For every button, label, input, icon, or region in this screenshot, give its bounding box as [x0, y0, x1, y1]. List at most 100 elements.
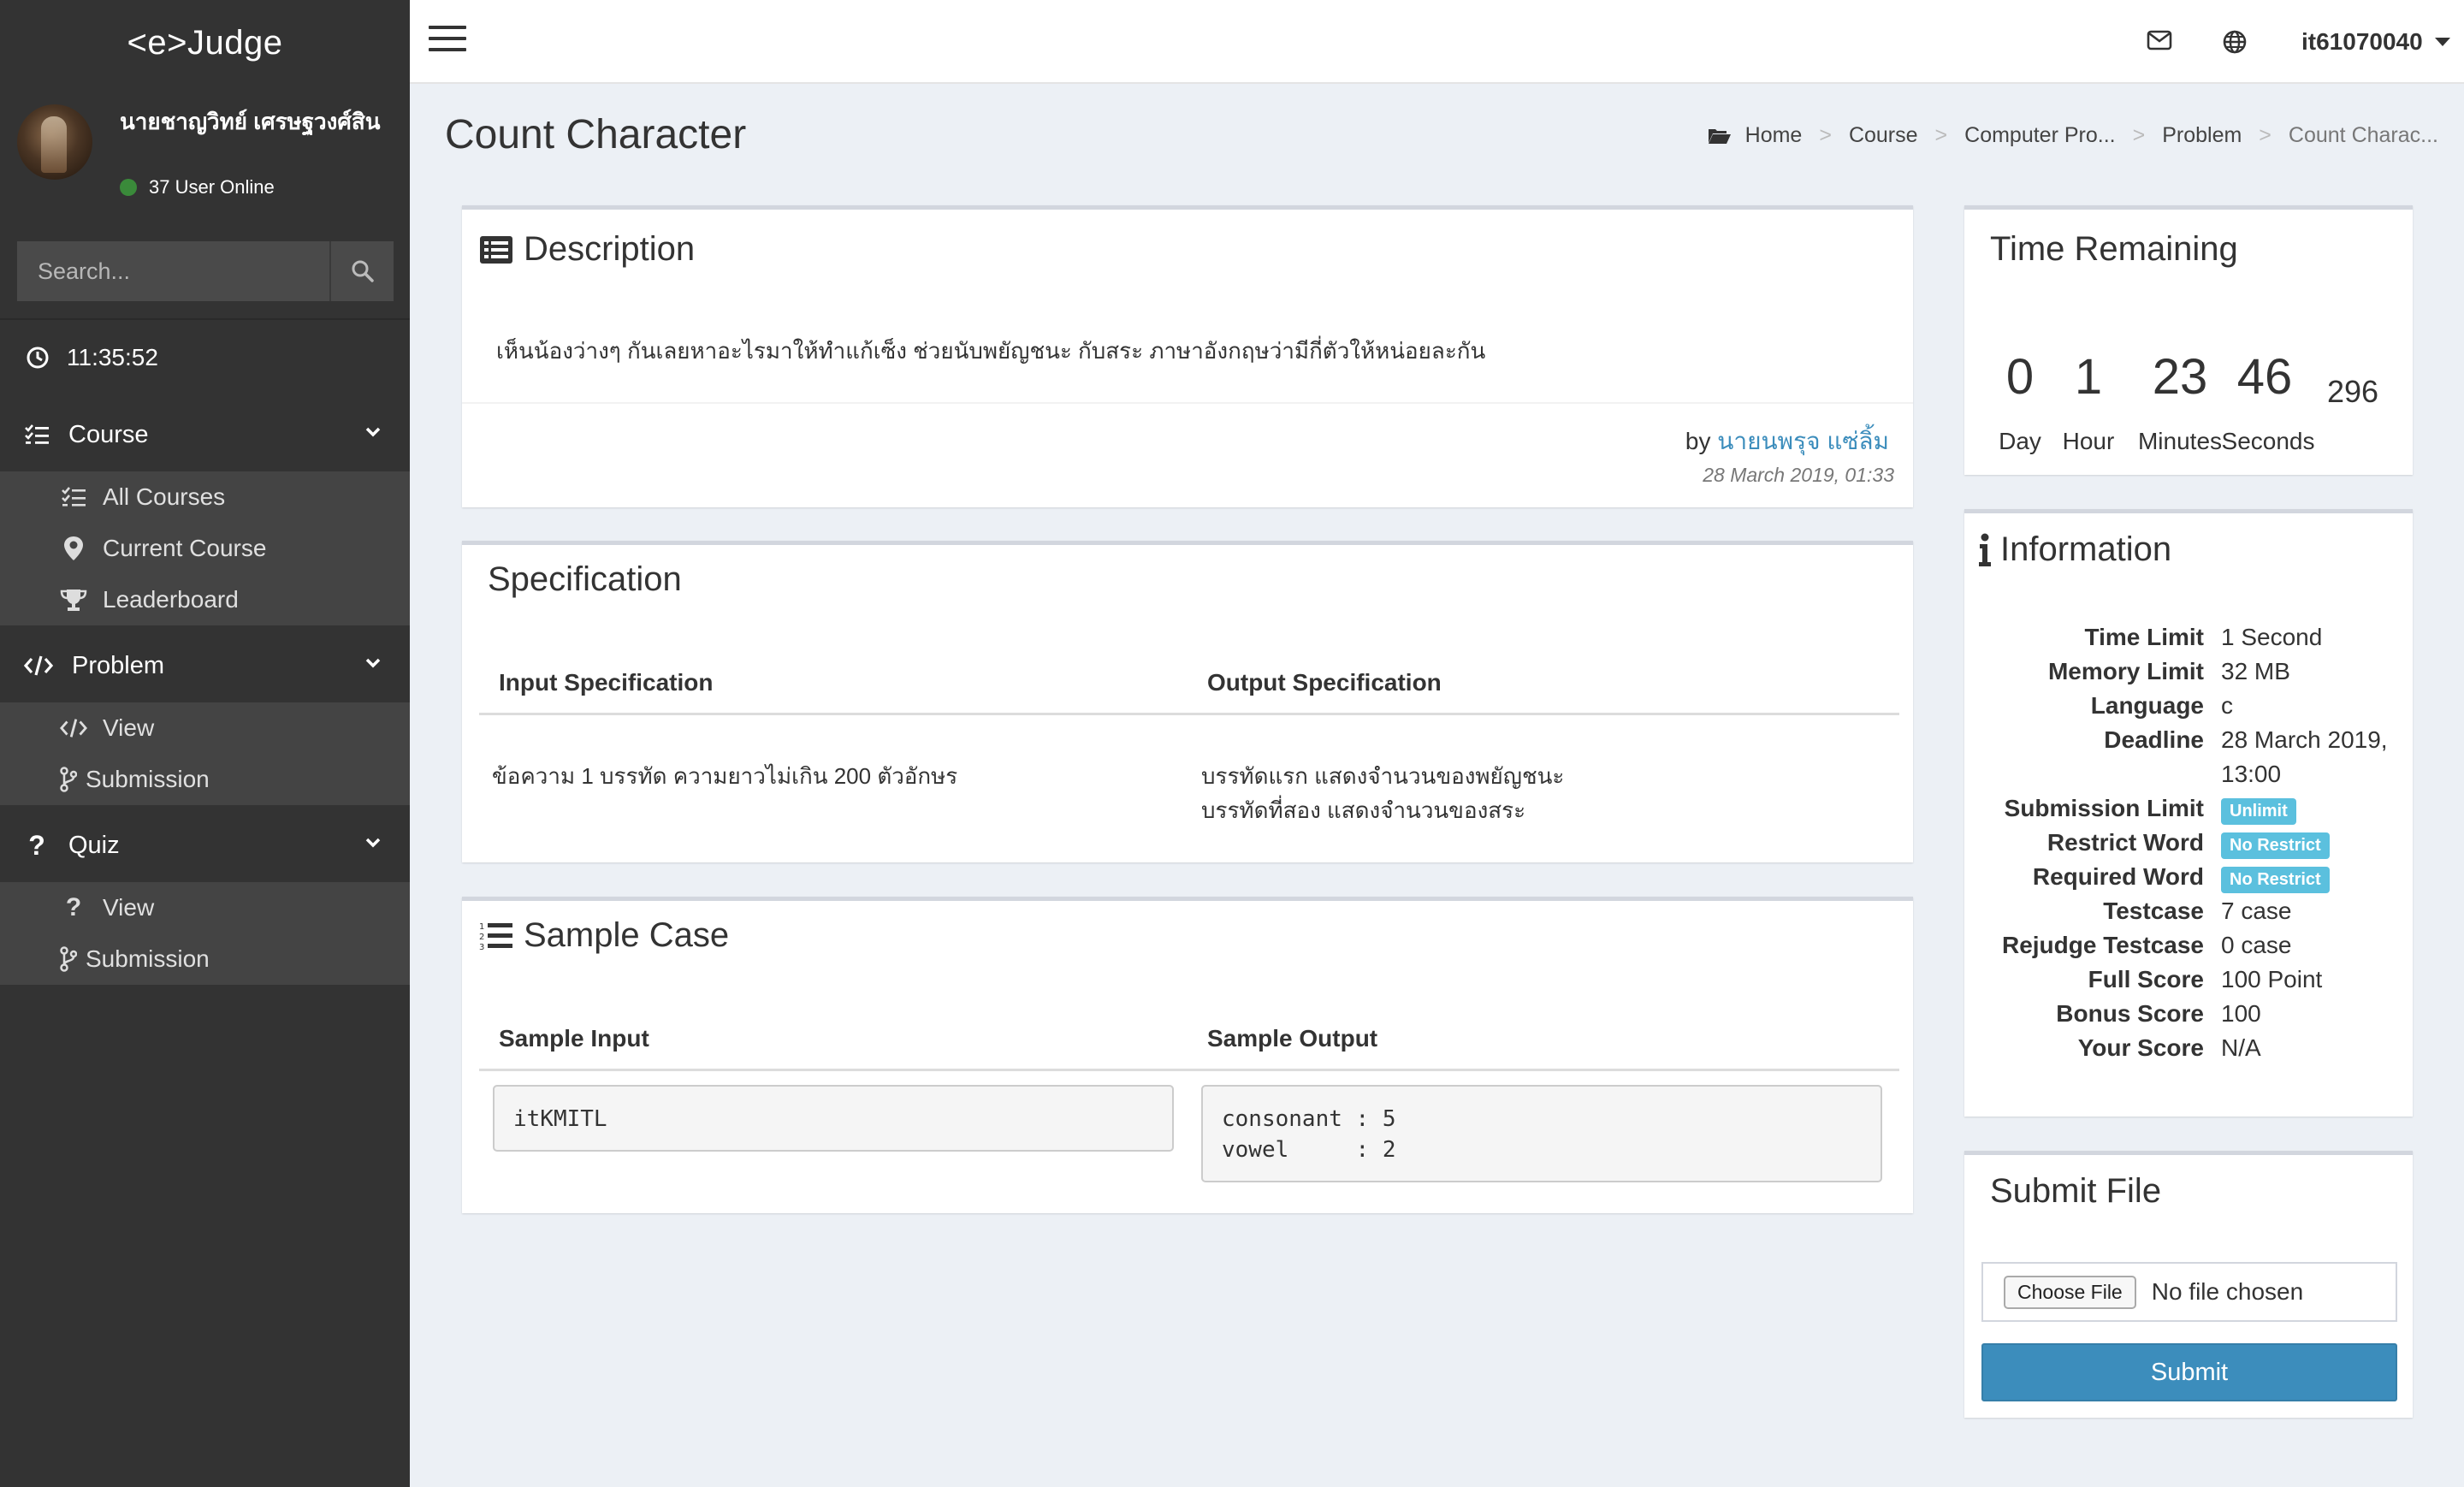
breadcrumb-problem[interactable]: Problem [2162, 123, 2242, 148]
sidebar-item-label: Submission [86, 766, 210, 792]
code-icon [60, 719, 87, 738]
sidebar-item-problem-view[interactable]: View [0, 702, 410, 754]
info-full-score: Full Score 100 Point [1964, 966, 2413, 1000]
output-spec-header: Output Specification [1207, 669, 1442, 696]
sample-case-title: Sample Case [524, 916, 730, 954]
info-your-score: Your Score N/A [1964, 1034, 2413, 1069]
info-submission-limit: Submission Limit Unlimit [1964, 795, 2413, 829]
description-header: Description [479, 230, 695, 269]
list-alt-icon [480, 235, 512, 264]
clock: 11:35:52 [0, 318, 410, 395]
user-menu-dropdown[interactable]: it61070040 [2301, 28, 2450, 56]
sidebar: <e>Judge นายชาญวิทย์ เศรษฐวงศ์สิน 37 Use… [0, 0, 410, 1487]
clock-time: 11:35:52 [67, 344, 158, 370]
info-key: Language [2090, 692, 2204, 719]
breadcrumb-home[interactable]: Home [1745, 123, 1803, 148]
info-value: 7 case [2221, 898, 2292, 924]
globe-icon[interactable] [2222, 29, 2248, 55]
info-key: Rejudge Testcase [2001, 932, 2204, 958]
info-key: Your Score [2077, 1034, 2204, 1061]
countdown-minutes: 23 [2152, 349, 2208, 405]
code-icon [24, 655, 53, 676]
sidebar-menu-quiz[interactable]: ? Quiz [0, 811, 410, 880]
sidebar-search [17, 241, 394, 301]
sample-output-code: consonant : 5 vowel : 2 [1201, 1085, 1882, 1182]
choose-file-button[interactable]: Choose File [2004, 1275, 2136, 1309]
info-value: 100 [2221, 1000, 2261, 1027]
info-key: Required Word [2032, 863, 2204, 890]
info-testcase: Testcase 7 case [1964, 898, 2413, 932]
info-key: Time Limit [2084, 624, 2204, 650]
submit-file-title: Submit File [1990, 1172, 2162, 1210]
info-key: Submission Limit [2004, 795, 2204, 821]
sample-output-header: Sample Output [1207, 1025, 1378, 1052]
code-branch-icon [60, 767, 77, 792]
time-remaining-box: Time Remaining 0 1 23 46 296 Day Hour Mi… [1964, 205, 2413, 475]
top-navbar: it61070040 [410, 0, 2464, 84]
sidebar-item-problem-submission[interactable]: Submission [0, 754, 410, 805]
info-restrict-word: Restrict Word No Restrict [1964, 829, 2413, 863]
sidebar-item-label: Current Course [103, 535, 267, 561]
description-box: Description เห็นน้องว่างๆ กันเลยหาอะไรมา… [462, 205, 1913, 507]
course-submenu: All Courses Current Course Leaderboard [0, 471, 410, 625]
submit-button[interactable]: Submit [1981, 1343, 2397, 1401]
folder-open-icon [1708, 128, 1731, 144]
online-dot-icon [120, 179, 137, 196]
app-logo[interactable]: <e>Judge [0, 0, 410, 86]
file-input[interactable]: Choose File No file chosen [1981, 1262, 2397, 1322]
avatar [17, 104, 92, 180]
svg-text:2: 2 [479, 933, 484, 942]
author-link[interactable]: นายนพรุจ แซ่ลิ้ม [1717, 428, 1889, 454]
sample-input-header: Sample Input [499, 1025, 649, 1052]
caret-down-icon [2434, 38, 2450, 46]
info-value: 13:00 [2221, 761, 2282, 787]
search-input[interactable] [17, 241, 329, 301]
time-remaining-title: Time Remaining [1990, 230, 2238, 268]
breadcrumb-computer-pro[interactable]: Computer Pro... [1964, 123, 2115, 148]
specification-box: Specification Input Specification Output… [462, 541, 1913, 862]
submit-file-header: Submit File [1990, 1172, 2161, 1211]
sidebar-item-all-courses[interactable]: All Courses [0, 471, 410, 523]
breadcrumb-separator: > [1819, 123, 1832, 147]
time-remaining-header: Time Remaining [1990, 230, 2238, 269]
sidebar-menu-problem[interactable]: Problem [0, 631, 410, 700]
sample-case-box: 123 Sample Case Sample Input Sample Outp… [462, 897, 1913, 1213]
online-status: 37 User Online [120, 176, 275, 198]
sample-case-header: 123 Sample Case [479, 916, 729, 955]
countdown-seconds: 46 [2236, 349, 2293, 405]
sidebar-menu-course[interactable]: Course [0, 400, 410, 469]
sidebar-item-leaderboard[interactable]: Leaderboard [0, 574, 410, 625]
svg-text:1: 1 [479, 922, 484, 932]
breadcrumb-course[interactable]: Course [1849, 123, 1918, 148]
info-value: 1 Second [2221, 624, 2323, 650]
specification-header: Specification [488, 560, 682, 599]
description-date: 28 March 2019, 01:33 [1703, 464, 1894, 486]
chevron-down-icon [365, 838, 381, 848]
info-key: Memory Limit [2047, 658, 2204, 684]
info-value: 28 March 2019, [2221, 726, 2388, 753]
info-icon [1979, 533, 1991, 566]
output-spec-line-1: บรรทัดแรก แสดงจำนวนของพยัญชนะ [1201, 763, 1565, 789]
sidebar-menu-course-label: Course [68, 420, 149, 448]
search-button[interactable] [329, 241, 394, 301]
countdown-minutes-label: Minutes [2137, 428, 2223, 454]
info-deadline: Deadline 28 March 2019, [1964, 726, 2413, 761]
information-header: Information [1978, 530, 2171, 569]
code-branch-icon [60, 946, 77, 972]
sidebar-item-label: Submission [86, 945, 210, 972]
sidebar-item-quiz-submission[interactable]: Submission [0, 933, 410, 985]
hamburger-menu-icon[interactable] [429, 26, 466, 60]
sidebar-item-quiz-view[interactable]: ? View [0, 882, 410, 933]
sidebar-menu-problem-label: Problem [72, 651, 164, 679]
question-icon: ? [28, 829, 45, 861]
table-divider [479, 713, 1899, 715]
sidebar-item-current-course[interactable]: Current Course [0, 523, 410, 574]
countdown-hours-label: Hour [2062, 428, 2115, 454]
breadcrumb: Home > Course > Computer Pro... > Proble… [1708, 123, 2438, 148]
info-key: Testcase [2103, 898, 2204, 924]
question-icon: ? [65, 893, 82, 921]
input-spec-header: Input Specification [499, 669, 714, 696]
status-badge: No Restrict [2221, 832, 2330, 859]
envelope-icon[interactable] [2147, 29, 2172, 51]
svg-text:3: 3 [479, 943, 484, 951]
